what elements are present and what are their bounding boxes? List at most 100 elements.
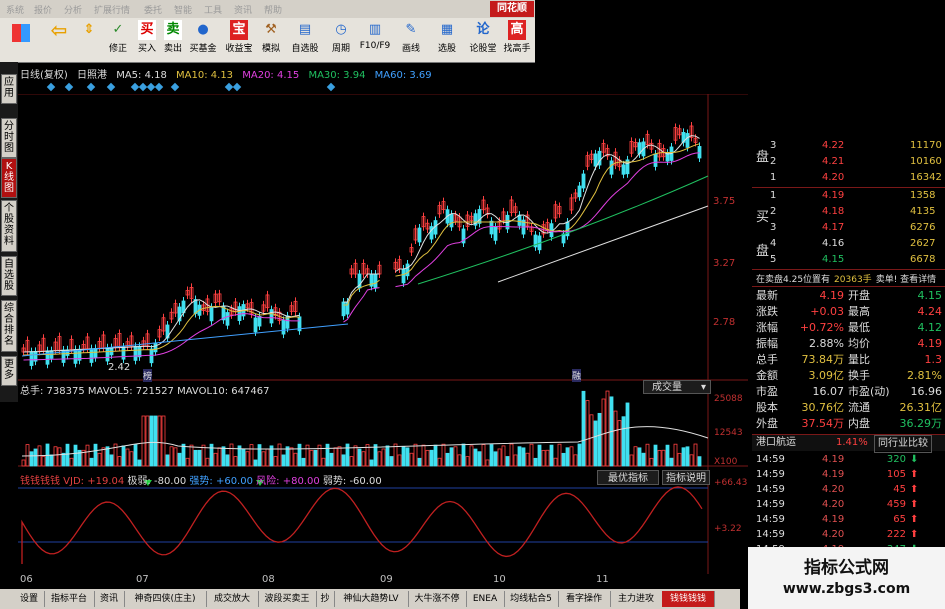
volume-bar — [233, 456, 238, 467]
tab-indicator-platform[interactable]: 指标平台 — [44, 591, 95, 607]
sell-button[interactable]: 卖卖出 — [160, 20, 186, 60]
tick-row: 14:59 4.20 222 ⬆ — [756, 529, 919, 540]
order-row: 5 4.15 6678 — [770, 254, 936, 265]
optimal-indicator-button[interactable]: 最优指标 — [597, 470, 659, 485]
ma60-line — [497, 205, 709, 283]
menu-item[interactable]: 系统 — [6, 3, 24, 16]
tab-news[interactable]: 资讯 — [94, 591, 125, 607]
tab-indicator[interactable]: 看字操作 — [558, 591, 611, 607]
volume-bar — [489, 444, 494, 467]
volume-bar — [321, 457, 326, 467]
candle-body — [577, 185, 582, 198]
candle-body — [281, 320, 286, 335]
ma20-line — [23, 152, 700, 361]
toolbar-label: 模拟 — [261, 44, 280, 54]
toolbar-label: 找高手 — [503, 44, 531, 54]
tab-indicator[interactable]: 神仙大趋势LV — [334, 591, 409, 607]
volume-bar — [21, 459, 26, 467]
ma20-value: MA20: 4.15 — [242, 70, 300, 81]
tab-indicator-active[interactable]: 钱钱钱钱 — [662, 591, 715, 607]
low-price-label: 2.42 — [108, 362, 131, 373]
price-tick: 2.78 — [713, 317, 736, 328]
volume-bar — [481, 444, 486, 467]
back-button[interactable]: ⇦ — [44, 20, 74, 60]
volume-bar — [457, 454, 462, 467]
volume-bar — [141, 415, 146, 467]
menu-item[interactable]: 智能 — [174, 3, 192, 16]
ma10-line — [23, 143, 700, 356]
tab-indicator[interactable]: 神奇四侠(庄主) — [124, 591, 207, 607]
volume-bar — [409, 452, 414, 467]
profit-button[interactable]: 宝收益宝 — [222, 20, 256, 60]
order-row: 2 4.21 10160 — [770, 156, 942, 167]
menu-item[interactable]: 报价 — [34, 3, 52, 16]
tab-indicator[interactable]: 抄 — [316, 591, 335, 607]
candle-body — [193, 299, 198, 314]
volume-bar — [693, 443, 698, 467]
volume-bar — [229, 443, 234, 467]
volume-bar — [69, 457, 74, 467]
moving-averages — [21, 135, 709, 361]
buy-fund-button[interactable]: ● 买基金 — [186, 20, 220, 60]
volume-bar — [477, 451, 482, 467]
side-tab-ranking[interactable]: 综合排名 — [1, 300, 17, 352]
menu-item[interactable]: 扩展行情 — [94, 3, 130, 16]
volume-bar — [41, 456, 46, 467]
volume-bar — [181, 443, 186, 467]
find-expert-button[interactable]: 高找高手 — [500, 20, 534, 60]
menu-item[interactable]: 工具 — [204, 3, 222, 16]
signal-marker — [86, 82, 96, 92]
tab-indicator[interactable]: 成交放大 — [206, 591, 259, 607]
tick-row: 14:59 4.19 320 ⬇ — [756, 454, 919, 465]
side-tab-bar: 应用 分时图 K线图 个股资料 自选股 综合排名 更多 — [0, 62, 18, 402]
event-marker[interactable]: 榜 — [143, 369, 153, 382]
volume-bar — [641, 452, 646, 467]
tab-indicator[interactable]: 均线粘合5 — [504, 591, 559, 607]
grid-icon — [12, 24, 30, 42]
level-label: 强势: +60.00 — [189, 476, 253, 487]
period-button[interactable]: ◷ 周期 — [324, 20, 358, 60]
side-tab-kline[interactable]: K线图 — [1, 158, 17, 198]
side-tab-profile[interactable]: 个股资料 — [1, 200, 17, 252]
volume-bar — [117, 456, 122, 467]
side-tab-timeshare[interactable]: 分时图 — [1, 118, 17, 158]
indicator-tab-bar: 设置 指标平台 资讯 神奇四侠(庄主) 成交放大 波段买卖王 抄 神仙大趋势LV… — [0, 589, 740, 609]
side-tab-more[interactable]: 更多 — [1, 356, 17, 386]
side-tab-apps[interactable]: 应用 — [1, 74, 17, 104]
volume-bar — [313, 449, 318, 467]
menu-item[interactable]: 资讯 — [234, 3, 252, 16]
f10-button[interactable]: ▥ F10/F9 — [358, 20, 392, 60]
indicator-select[interactable]: 成交量 ▾ — [643, 380, 711, 394]
volume-bar — [277, 443, 282, 467]
indicator-explain-button[interactable]: 指标说明 — [662, 470, 710, 485]
volume-bar — [585, 400, 590, 467]
menu-item[interactable]: 帮助 — [264, 3, 282, 16]
tab-indicator[interactable]: 主力进攻 — [610, 591, 663, 607]
large-order-alert[interactable]: 在卖盘4.25位置有 20363手 卖单! 查看详情 — [756, 272, 936, 285]
tab-indicator[interactable]: 波段买卖王 — [258, 591, 317, 607]
revise-button[interactable]: ✓ 修正 — [104, 20, 132, 60]
indicator-select-value: 成交量 — [652, 382, 682, 393]
tab-settings[interactable]: 设置 — [14, 591, 45, 607]
draw-line-button[interactable]: ✎ 画线 — [394, 20, 428, 60]
candle-body — [257, 315, 262, 327]
side-tab-watchlist[interactable]: 自选股 — [1, 256, 17, 296]
up-down-button[interactable]: ⇕ — [78, 20, 100, 60]
event-marker[interactable]: 融 — [572, 369, 582, 382]
watchlist-button[interactable]: ▤ 自选股 — [288, 20, 322, 60]
layout-button[interactable] — [8, 20, 34, 60]
tab-indicator[interactable]: 大牛涨不停 — [408, 591, 467, 607]
volume-header: 总手: 738375 MAVOL5: 721527 MAVOL10: 64746… — [20, 382, 269, 397]
buy-button[interactable]: 买买入 — [134, 20, 160, 60]
sector-row[interactable]: 港口航运 1.41% 同行业比较 — [752, 434, 945, 453]
candle-body — [581, 173, 586, 189]
volume-bar — [681, 447, 686, 467]
menu-item[interactable]: 委托 — [144, 3, 162, 16]
stock-picker-button[interactable]: ▦ 选股 — [432, 20, 462, 60]
volume-bar — [449, 447, 454, 467]
menu-item[interactable]: 分析 — [64, 3, 82, 16]
forum-button[interactable]: 论论股堂 — [466, 20, 500, 60]
tab-indicator[interactable]: ENEA — [466, 591, 505, 607]
period-label[interactable]: 日线(复权) — [20, 70, 68, 81]
simulate-button[interactable]: ⚒ 模拟 — [258, 20, 284, 60]
